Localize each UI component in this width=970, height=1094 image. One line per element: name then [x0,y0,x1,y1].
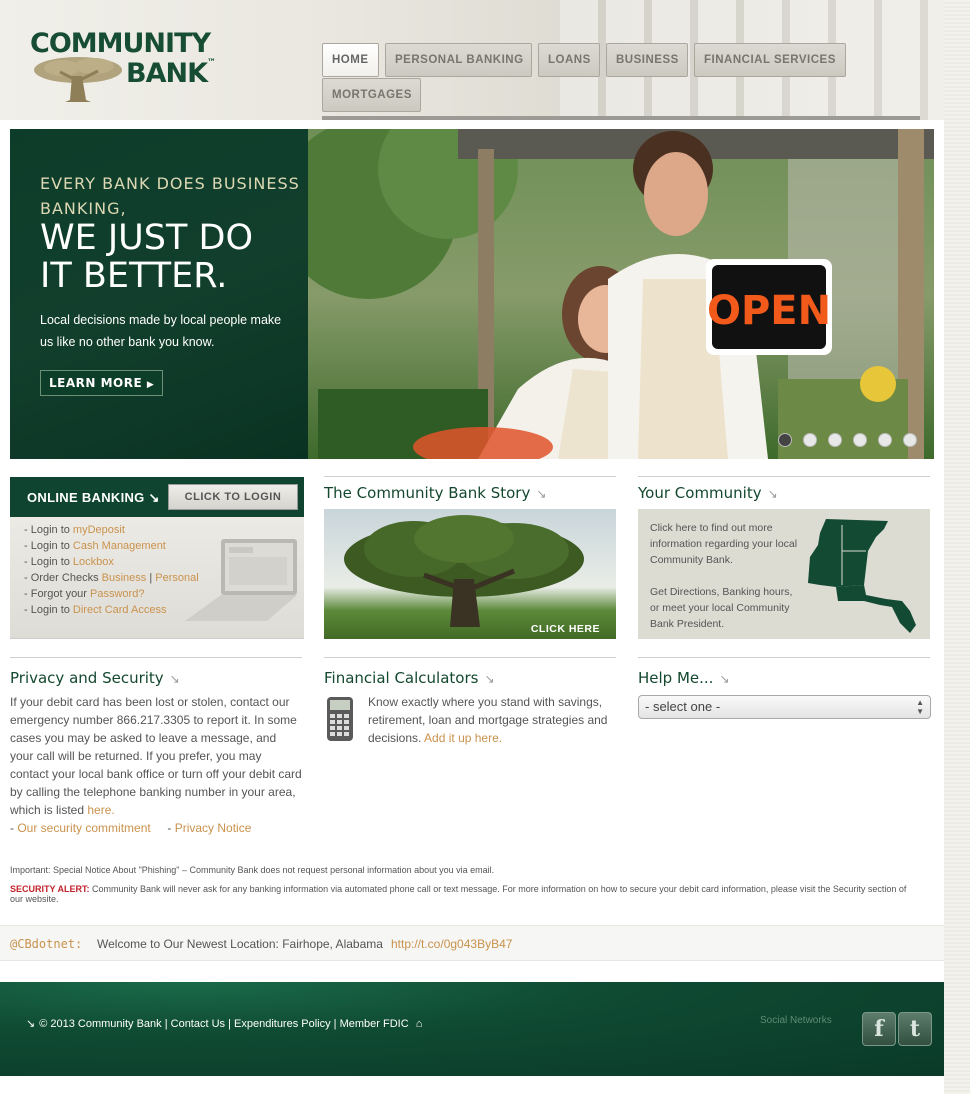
select-arrows-icon: ▲ ▼ [916,698,924,716]
calculators-section: Financial Calculators ↘ Know exactly wher… [324,657,616,747]
slide-dot-5[interactable] [878,433,892,447]
online-banking-title: ONLINE BANKING ↘ [27,490,160,505]
hero-headline: WE JUST DO IT BETTER. [40,218,254,296]
community-text: Click here to find out more information … [650,522,798,630]
nav-mortgages[interactable]: MORTGAGES [322,78,421,112]
divider [324,657,616,658]
online-banking-panel: - Login to myDeposit - Login to Cash Man… [10,517,304,639]
nav-personal-banking[interactable]: PERSONAL BANKING [385,43,532,77]
learn-more-button[interactable]: LEARN MORE ▶ [40,370,164,396]
hero-banner: EVERY BANK DOES BUSINESS BANKING, WE JUS… [10,129,934,459]
tweet-link[interactable]: http://t.co/0g043ByB47 [391,937,512,951]
nav-financial-services[interactable]: FINANCIAL SERVICES [694,43,846,77]
divider [324,476,616,477]
community-panel[interactable]: Click here to find out more information … [638,509,930,639]
slide-dot-6[interactable] [903,433,917,447]
southeast-map-image [808,519,916,633]
logo-line1: COMMUNITY [30,28,211,59]
footer-links: ↘ © 2013 Community Bank | Contact Us | Ex… [26,1018,423,1030]
story-image[interactable]: CLICK HERE [324,509,616,639]
community-title[interactable]: Your Community ↘ [638,484,930,502]
add-it-up-link[interactable]: Add it up here. [424,731,502,745]
privacy-text: If your debit card has been lost or stol… [10,695,302,817]
help-select[interactable]: - select one - ▲ ▼ [638,695,931,719]
nav-home[interactable]: HOME [322,43,379,77]
divider [638,657,930,658]
privacy-section: Privacy and Security ↘ If your debit card… [10,657,302,837]
nav-loans[interactable]: LOANS [538,43,600,77]
security-commitment-link[interactable]: Our security commitment [17,821,150,835]
privacy-links: - Our security commitment - Privacy Noti… [10,821,252,835]
mydeposit-link[interactable]: myDeposit [73,524,125,536]
story-section: The Community Bank Story ↘ [324,476,616,502]
list-item: - Login to Cash Management [24,540,166,552]
phishing-notice: Important: Special Notice About "Phishin… [10,865,495,875]
calculator-icon [327,697,353,741]
privacy-title[interactable]: Privacy and Security ↘ [10,669,302,687]
slider-dots [778,433,928,449]
arrow-down-right-icon: ↘ [719,672,730,686]
arrow-down-right-icon: ↘ [767,487,778,501]
lockbox-link[interactable]: Lockbox [73,556,114,568]
nav-underline [322,116,920,120]
twitter-feed: @CBdotnet: Welcome to Our Newest Locatio… [0,925,944,961]
page: COMMUNITY BANK™ HOME PERSONAL BANKING LO… [0,0,944,1094]
privacy-notice-link[interactable]: Privacy Notice [175,821,252,835]
logo-line2: BANK™ [126,58,216,89]
direct-card-access-link[interactable]: Direct Card Access [73,604,167,616]
list-item: - Login to Lockbox [24,556,114,568]
facebook-icon[interactable]: f [862,1012,896,1046]
site-header: COMMUNITY BANK™ HOME PERSONAL BANKING LO… [0,0,944,120]
story-title[interactable]: The Community Bank Story ↘ [324,484,616,502]
security-alert: SECURITY ALERT: Community Bank will neve… [10,884,907,904]
oak-tree-image [344,515,584,627]
cash-management-link[interactable]: Cash Management [73,540,166,552]
arrow-down-right-icon: ↘ [26,1018,36,1030]
calculators-title[interactable]: Financial Calculators ↘ [324,669,616,687]
click-here-label: CLICK HERE [530,623,600,635]
hero-photo: OPEN [308,129,934,459]
twitter-handle[interactable]: @CBdotnet: [10,937,82,951]
hero-subtext: Local decisions made by local people mak… [40,313,282,349]
nav-business[interactable]: BUSINESS [606,43,688,77]
hero-kicker: EVERY BANK DOES BUSINESS BANKING, [40,174,300,218]
laptop-image [185,539,297,621]
calculators-text: Know exactly where you stand with saving… [368,695,608,745]
equal-housing-icon: ⌂ [415,1018,423,1030]
arrow-down-right-icon: ↘ [484,672,495,686]
community-bank-logo[interactable]: COMMUNITY BANK™ [30,28,220,104]
order-checks-personal-link[interactable]: Personal [155,572,198,584]
community-section: Your Community ↘ [638,476,930,502]
list-item: - Order Checks Business | Personal [24,572,199,584]
slide-dot-1[interactable] [778,433,792,447]
list-item: - Login to Direct Card Access [24,604,167,616]
list-item: - Login to myDeposit [24,524,125,536]
here-link[interactable]: here. [87,803,114,817]
divider [10,657,302,658]
svg-text:OPEN: OPEN [707,288,831,334]
order-checks-business-link[interactable]: Business [102,572,147,584]
arrow-down-right-icon: ↘ [536,487,547,501]
list-item: - Forgot your Password? [24,588,145,600]
social-networks-label: Social Networks [760,1015,832,1026]
divider [638,476,930,477]
arrow-down-right-icon: ↘ [169,672,180,686]
site-footer: ↘ © 2013 Community Bank | Contact Us | Ex… [0,982,944,1076]
online-banking-header: ONLINE BANKING ↘ CLICK TO LOGIN [10,477,304,517]
arrow-down-right-icon: ↘ [148,490,160,505]
slide-dot-3[interactable] [828,433,842,447]
play-arrow-icon: ▶ [146,380,155,390]
forgot-password-link[interactable]: Password? [90,588,144,600]
help-title[interactable]: Help Me... ↘ [638,669,930,687]
tweet-text: Welcome to Our Newest Location: Fairhope… [97,937,383,951]
slide-dot-4[interactable] [853,433,867,447]
click-to-login-button[interactable]: CLICK TO LOGIN [168,484,298,510]
hero-text-panel: EVERY BANK DOES BUSINESS BANKING, WE JUS… [10,129,308,459]
help-section: Help Me... ↘ [638,657,930,687]
slide-dot-2[interactable] [803,433,817,447]
online-banking-links: - Login to myDeposit - Login to Cash Man… [24,522,199,618]
tree-logo-icon [34,57,122,102]
twitter-icon[interactable]: t [898,1012,932,1046]
